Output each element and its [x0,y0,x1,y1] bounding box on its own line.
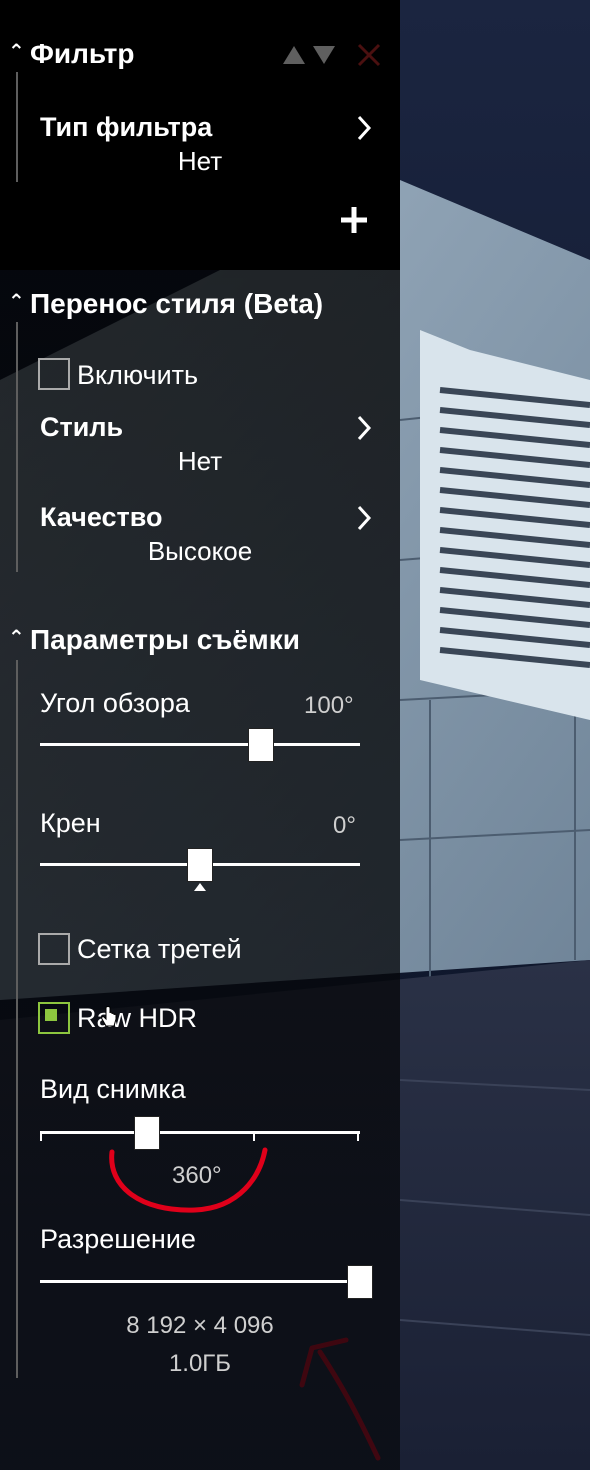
shot-type-tick [357,1131,359,1141]
section-divider-line [16,322,18,572]
fov-slider-track [40,743,360,746]
raw-hdr-label: Raw HDR [77,1003,198,1033]
capture-section-header[interactable]: ⌃ Параметры съёмки [8,624,300,656]
chevron-right-icon [357,505,372,531]
capture-section-title: Параметры съёмки [30,624,300,655]
fov-label: Угол обзора [40,688,190,718]
filter-type-value: Нет [177,146,223,176]
enable-label: Включить [77,360,199,390]
filter-section-title: Фильтр [30,38,135,69]
shot-type-label: Вид снимка [40,1074,186,1104]
style-value: Нет [177,446,223,476]
grid-thirds-label: Сетка третей [77,934,242,964]
fov-slider-thumb[interactable] [247,728,274,762]
filter-type-label: Тип фильтра [40,112,213,142]
resolution-size: 1.0ГБ [168,1350,232,1377]
resolution-slider-track [40,1280,360,1283]
section-divider-line [16,72,18,182]
red-annotation-curve [109,1147,268,1213]
roll-slider-thumb[interactable] [187,848,213,882]
add-filter-icon[interactable] [338,204,370,236]
filter-section-header[interactable]: ⌃ Фильтр [8,38,134,70]
style-label: Стиль [40,412,124,442]
resolution-value: 8 192 × 4 096 [126,1312,274,1339]
settings-panel: ⌃ Фильтр Тип фильтра Нет ⌃ Перенос стиля (… [0,0,400,1470]
section-divider-line [16,660,18,1378]
shot-type-slider-track [40,1131,360,1134]
chevron-right-icon [357,415,372,441]
shot-type-tick [253,1131,255,1141]
roll-label: Крен [40,808,101,838]
resolution-label: Разрешение [40,1224,196,1254]
roll-value: 0° [333,812,356,839]
fov-value: 100° [304,692,354,719]
remove-icon[interactable] [356,42,382,68]
chevron-up-icon: ⌃ [8,41,25,64]
style-section-title: Перенос стиля (Beta) [30,288,324,319]
quality-label: Качество [40,502,163,532]
chevron-up-icon: ⌃ [8,627,25,650]
hand-cursor-icon [101,1006,117,1027]
shot-type-slider-thumb[interactable] [133,1116,160,1150]
quality-value: Высокое [147,536,253,566]
roll-center-marker-icon [194,883,206,891]
enable-checkbox[interactable] [38,358,70,390]
grid-thirds-checkbox[interactable] [38,933,70,965]
resolution-slider-thumb[interactable] [347,1265,373,1299]
style-section-header[interactable]: ⌃ Перенос стиля (Beta) [8,288,323,320]
chevron-up-icon: ⌃ [8,291,25,314]
move-up-icon[interactable] [282,44,306,66]
move-down-icon[interactable] [312,44,336,66]
shot-type-tick [40,1131,42,1141]
raw-hdr-checkbox[interactable] [38,1002,70,1034]
chevron-right-icon [357,115,372,141]
